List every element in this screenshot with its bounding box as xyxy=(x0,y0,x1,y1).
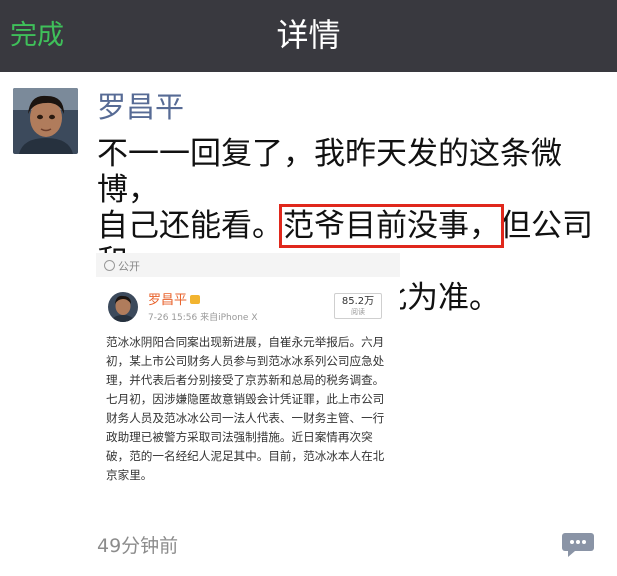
post-author[interactable]: 罗昌平 xyxy=(97,88,184,126)
post-text-segment: 自己还能看。 xyxy=(97,208,283,244)
comment-button[interactable] xyxy=(561,532,595,558)
card-time-source: 7-26 15:56 来自iPhone X xyxy=(148,313,258,323)
page-title: 详情 xyxy=(276,16,341,54)
avatar-photo-icon xyxy=(13,88,78,154)
visibility-text: 公开 xyxy=(118,260,140,273)
reads-badge: 85.2万 阅读 xyxy=(334,293,382,319)
card-avatar xyxy=(108,292,138,322)
reads-label: 阅读 xyxy=(351,308,365,316)
vip-badge-icon xyxy=(190,295,201,304)
visibility-label: 公开 xyxy=(104,259,140,275)
globe-icon xyxy=(104,260,115,271)
avatar[interactable] xyxy=(13,88,78,154)
card-author-name: 罗昌平 xyxy=(148,293,188,308)
comment-icon xyxy=(562,533,594,557)
card-avatar-icon xyxy=(108,292,138,322)
post-text-line: 不一一回复了，我昨天发的这条微博， xyxy=(97,136,562,208)
post-timestamp: 49分钟前 xyxy=(97,535,179,557)
weibo-screenshot-card[interactable]: 公开 罗昌平 7-26 15:56 来自iPhone X 85.2万 阅读 范冰… xyxy=(96,253,400,523)
card-body-text: 范冰冰阴阳合同案出现新进展，自崔永元举报后。六月初，某上市公司财务人员参与到范冰… xyxy=(106,335,385,482)
card-content: 罗昌平 7-26 15:56 来自iPhone X 85.2万 阅读 范冰冰阴阳… xyxy=(96,277,400,523)
card-author: 罗昌平 xyxy=(148,293,201,309)
highlighted-text: 范爷目前没事， xyxy=(279,204,504,248)
nav-bar: 完成 详情 xyxy=(0,0,617,72)
reads-count: 85.2万 xyxy=(341,296,375,307)
